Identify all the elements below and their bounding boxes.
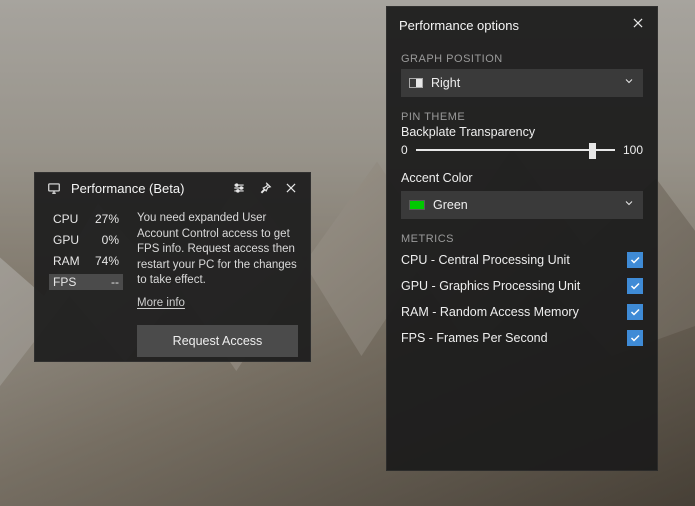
performance-widget: Performance (Beta) CPU 27% GPU 0% RAM 74… [34, 172, 311, 362]
uac-message: You need expanded User Account Control a… [137, 211, 298, 289]
accent-color-value: Green [433, 198, 468, 212]
metrics-label: METRICS [401, 233, 643, 245]
metric-label: FPS - Frames Per Second [401, 331, 548, 345]
accent-color-dropdown[interactable]: Green [401, 191, 643, 219]
stat-ram[interactable]: RAM 74% [49, 253, 123, 269]
metric-row-fps: FPS - Frames Per Second [401, 325, 643, 351]
stat-value: 0% [102, 233, 119, 247]
metric-checkbox[interactable] [627, 304, 643, 320]
request-access-button[interactable]: Request Access [137, 325, 298, 357]
settings-sliders-icon[interactable] [230, 179, 248, 197]
options-title: Performance options [399, 18, 519, 33]
metric-label: RAM - Random Access Memory [401, 305, 579, 319]
stat-gpu[interactable]: GPU 0% [49, 232, 123, 248]
graph-position-label: GRAPH POSITION [401, 53, 643, 65]
metric-label: CPU - Central Processing Unit [401, 253, 570, 267]
metric-label: GPU - Graphics Processing Unit [401, 279, 580, 293]
stat-value: -- [111, 275, 119, 289]
backplate-transparency-slider[interactable] [416, 149, 615, 151]
metric-row-cpu: CPU - Central Processing Unit [401, 247, 643, 273]
stat-value: 74% [95, 254, 119, 268]
more-info-link[interactable]: More info [137, 297, 185, 309]
metric-row-gpu: GPU - Graphics Processing Unit [401, 273, 643, 299]
performance-options-panel: Performance options GRAPH POSITION Right… [386, 6, 658, 471]
chevron-down-icon [623, 196, 635, 214]
slider-max: 100 [623, 143, 643, 157]
close-icon[interactable] [282, 179, 300, 197]
stat-list: CPU 27% GPU 0% RAM 74% FPS -- [49, 211, 123, 357]
stat-fps[interactable]: FPS -- [49, 274, 123, 290]
stat-value: 27% [95, 212, 119, 226]
graph-position-value: Right [431, 76, 460, 90]
slider-min: 0 [401, 143, 408, 157]
stat-label: FPS [53, 275, 76, 289]
stat-label: RAM [53, 254, 80, 268]
accent-color-label: Accent Color [401, 171, 643, 185]
metric-checkbox[interactable] [627, 330, 643, 346]
stat-label: CPU [53, 212, 78, 226]
options-titlebar: Performance options [387, 7, 657, 43]
metric-checkbox[interactable] [627, 278, 643, 294]
metric-row-ram: RAM - Random Access Memory [401, 299, 643, 325]
monitor-icon [45, 179, 63, 197]
graph-position-dropdown[interactable]: Right [401, 69, 643, 97]
pin-icon[interactable] [256, 179, 274, 197]
chevron-down-icon [623, 74, 635, 92]
performance-title: Performance (Beta) [71, 181, 184, 196]
slider-thumb[interactable] [589, 143, 596, 159]
stat-cpu[interactable]: CPU 27% [49, 211, 123, 227]
stat-label: GPU [53, 233, 79, 247]
close-icon[interactable] [631, 16, 645, 35]
pin-theme-label: PIN THEME [401, 111, 643, 123]
performance-titlebar: Performance (Beta) [35, 173, 310, 203]
backplate-transparency-label: Backplate Transparency [401, 125, 643, 139]
color-swatch-icon [409, 200, 425, 210]
metric-checkbox[interactable] [627, 252, 643, 268]
position-right-icon [409, 78, 423, 88]
